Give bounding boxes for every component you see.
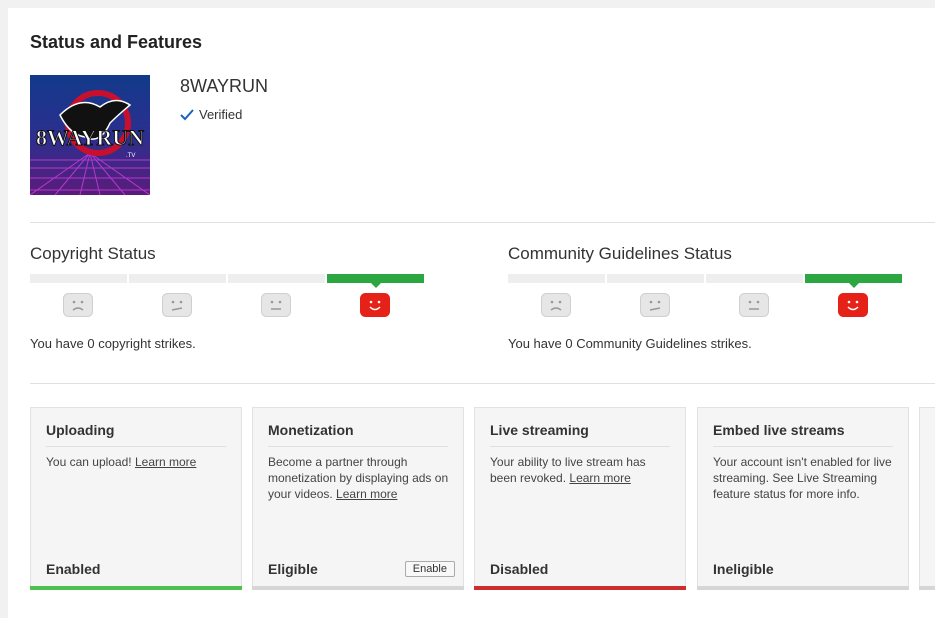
strike-bar-segment (706, 274, 803, 283)
copyright-faces (28, 293, 424, 317)
divider (30, 222, 935, 223)
feature-status: Ineligible (713, 561, 774, 577)
strike-bar-segment (228, 274, 325, 283)
checkmark-icon (180, 108, 194, 120)
feature-card: Embed live streams Your account isn't ena… (697, 407, 909, 590)
avatar-text: 8WAYRUN (36, 125, 144, 150)
feature-card: Monetization Become a partner through mon… (252, 407, 464, 590)
feature-card-title: Embed live streams (713, 422, 845, 438)
feature-card-description: Your ability to live stream has been rev… (490, 454, 673, 486)
feature-description-text: You can upload! (46, 455, 132, 469)
divider (490, 446, 670, 447)
community-faces (506, 293, 902, 317)
strike-bar-segment (30, 274, 127, 283)
feature-status-bar (30, 586, 242, 590)
face-slot (803, 293, 902, 317)
strike-bar-segment (508, 274, 605, 283)
feature-status: Enabled (46, 561, 101, 577)
status-features-panel: Status and Features 8WAYRUN .TV 8WAYRUN … (8, 8, 935, 618)
copyright-strike-bar (30, 274, 424, 288)
feature-card-partial (919, 407, 935, 590)
learn-more-link[interactable]: Learn more (336, 487, 397, 501)
sad-face-icon (540, 293, 571, 317)
feature-description-text: Your account isn't enabled for live stre… (713, 455, 892, 501)
sad-face-icon (62, 293, 93, 317)
face-slot (127, 293, 226, 317)
face-slot (704, 293, 803, 317)
feature-card-description: You can upload! Learn more (46, 454, 229, 470)
enable-button[interactable]: Enable (404, 561, 455, 577)
face-slot (28, 293, 127, 317)
channel-avatar[interactable]: 8WAYRUN .TV (30, 75, 150, 195)
feature-status-bar (252, 586, 464, 590)
face-slot (605, 293, 704, 317)
meh-face-icon (161, 293, 192, 317)
channel-name[interactable]: 8WAYRUN (180, 76, 268, 97)
feature-card-description: Your account isn't enabled for live stre… (713, 454, 896, 502)
neutral-face-icon (260, 293, 291, 317)
learn-more-link[interactable]: Learn more (569, 471, 630, 485)
feature-status-bar (697, 586, 909, 590)
feature-status-bar (919, 586, 935, 590)
meh-face-icon (639, 293, 670, 317)
feature-status: Disabled (490, 561, 549, 577)
strike-bar-segment (607, 274, 704, 283)
strike-bar-segment (805, 274, 902, 288)
avatar-suffix: .TV (126, 153, 135, 159)
divider (268, 446, 448, 447)
community-status-title: Community Guidelines Status (508, 244, 732, 263)
face-slot (325, 293, 424, 317)
community-strike-text: You have 0 Community Guidelines strikes. (508, 336, 752, 351)
feature-status-bar (474, 586, 686, 590)
copyright-status-title: Copyright Status (30, 244, 156, 263)
learn-more-link[interactable]: Learn more (135, 455, 196, 469)
face-slot (506, 293, 605, 317)
avatar-logo: 8WAYRUN .TV (30, 75, 150, 195)
feature-card: Live streaming Your ability to live strea… (474, 407, 686, 590)
verified-badge: Verified (180, 107, 242, 122)
feature-card: Uploading You can upload! Learn more Enabl… (30, 407, 242, 590)
copyright-strike-text: You have 0 copyright strikes. (30, 336, 196, 351)
feature-card-title: Monetization (268, 422, 354, 438)
divider (713, 446, 893, 447)
strike-bar-segment (129, 274, 226, 283)
divider (30, 383, 935, 384)
happy-face-icon (837, 293, 868, 317)
feature-status: Eligible (268, 561, 318, 577)
feature-card-description: Become a partner through monetization by… (268, 454, 451, 502)
community-strike-bar (508, 274, 902, 288)
feature-card-title: Live streaming (490, 422, 589, 438)
verified-label: Verified (199, 107, 243, 122)
happy-face-icon (359, 293, 390, 317)
page-title: Status and Features (30, 32, 203, 52)
neutral-face-icon (738, 293, 769, 317)
face-slot (226, 293, 325, 317)
feature-card-title: Uploading (46, 422, 115, 438)
divider (46, 446, 226, 447)
strike-bar-segment (327, 274, 424, 288)
